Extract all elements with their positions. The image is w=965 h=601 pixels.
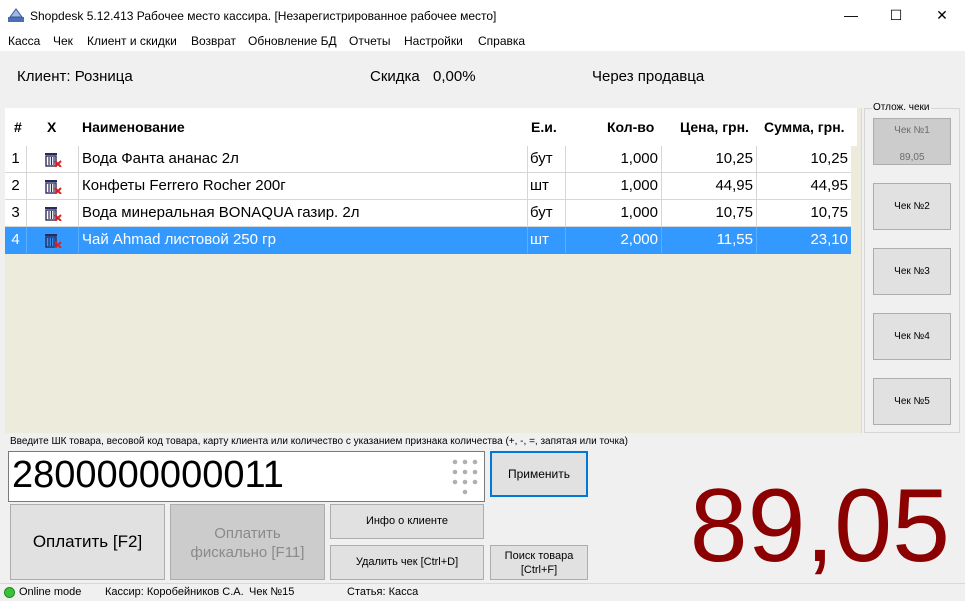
status-check-number: Чек №15 <box>249 586 295 598</box>
header-sum: Сумма, грн. <box>764 119 845 135</box>
deferred-checks-panel: Отлож. чеки Чек №1 89,05 Чек №2 Чек №3 Ч… <box>864 102 960 433</box>
menu-client-discounts[interactable]: Клиент и скидки <box>87 34 177 48</box>
header-unit: Е.и. <box>531 119 557 135</box>
pay-fiscal-label-1: Оплатить <box>214 525 281 542</box>
row-qty: 1,000 <box>566 200 662 226</box>
header-qty: Кол-во <box>607 119 655 135</box>
deferred-check-1-button[interactable]: Чек №1 89,05 <box>873 118 951 165</box>
row-qty: 1,000 <box>566 173 662 199</box>
client-info-button[interactable]: Инфо о клиенте <box>330 504 484 539</box>
header-price: Цена, грн. <box>680 119 749 135</box>
menu-bar: Касса Чек Клиент и скидки Возврат Обновл… <box>0 31 965 51</box>
menu-check[interactable]: Чек <box>53 34 73 48</box>
deferred-check-5-button[interactable]: Чек №5 <box>873 378 951 425</box>
app-icon <box>8 8 24 22</box>
deferred-check-label: Чек №5 <box>894 396 930 407</box>
row-qty: 1,000 <box>566 146 662 172</box>
delete-row-button[interactable] <box>27 173 79 199</box>
trash-icon <box>45 180 62 194</box>
row-price: 11,55 <box>662 227 757 253</box>
row-name: Вода минеральная BONAQUA газир. 2л <box>79 200 528 226</box>
row-num: 4 <box>5 227 27 253</box>
total-amount: 89,05 <box>689 468 950 584</box>
barcode-value: 2800000000011 <box>12 454 284 496</box>
header-name: Наименование <box>82 119 185 135</box>
title-bar: Shopdesk 5.12.413 Рабочее место кассира.… <box>0 0 965 31</box>
apply-button[interactable]: Применить <box>490 451 588 497</box>
discount-value: 0,00% <box>433 68 476 85</box>
row-unit: шт <box>528 227 566 253</box>
row-name: Вода Фанта ананас 2л <box>79 146 528 172</box>
search-product-label-1: Поиск товара <box>504 550 574 562</box>
table-row-selected[interactable]: 4 Чай Ahmad листовой 250 гр шт 2,000 11,… <box>5 227 851 254</box>
table-row[interactable]: 3 Вода минеральная BONAQUA газир. 2л бут… <box>5 200 851 227</box>
row-sum: 10,25 <box>810 150 848 167</box>
delete-row-button[interactable] <box>27 146 79 172</box>
deferred-check-4-button[interactable]: Чек №4 <box>873 313 951 360</box>
trash-icon <box>45 234 62 248</box>
deferred-checks-label: Отлож. чеки <box>872 102 931 113</box>
menu-reports[interactable]: Отчеты <box>349 34 390 48</box>
discount-label: Скидка <box>370 68 420 85</box>
deferred-check-label: Чек №1 <box>894 125 930 136</box>
status-cashier: Кассир: Коробейников С.А. <box>105 586 244 598</box>
menu-update-db[interactable]: Обновление БД <box>248 34 337 48</box>
status-mode: Online mode <box>19 586 82 598</box>
menu-settings[interactable]: Настройки <box>404 34 463 48</box>
menu-help[interactable]: Справка <box>478 34 525 48</box>
deferred-check-3-button[interactable]: Чек №3 <box>873 248 951 295</box>
status-article: Статья: Касса <box>347 586 419 598</box>
trash-icon <box>45 153 62 167</box>
items-grid[interactable]: # X Наименование Е.и. Кол-во Цена, грн. … <box>5 108 862 433</box>
deferred-check-label: Чек №3 <box>894 266 930 277</box>
client-label[interactable]: Клиент: Розница <box>17 68 133 85</box>
menu-kassa[interactable]: Касса <box>8 34 40 48</box>
menu-return[interactable]: Возврат <box>191 34 236 48</box>
search-product-button[interactable]: Поиск товара [Ctrl+F] <box>490 545 588 580</box>
pay-button[interactable]: Оплатить [F2] <box>10 504 165 580</box>
row-price: 44,95 <box>662 173 757 199</box>
row-price: 10,75 <box>662 200 757 226</box>
row-num: 1 <box>5 146 27 172</box>
status-bar: Online mode Кассир: Коробейников С.А. Че… <box>0 583 965 601</box>
deferred-check-label: Чек №4 <box>894 331 930 342</box>
row-unit: бут <box>528 146 566 172</box>
barcode-input[interactable]: 2800000000011 <box>8 451 485 502</box>
maximize-button[interactable]: ☐ <box>873 0 919 31</box>
row-sum: 23,10 <box>810 231 848 248</box>
row-qty: 2,000 <box>566 227 662 253</box>
trash-icon <box>45 207 62 221</box>
pay-fiscal-label-2: фискально [F11] <box>190 544 305 561</box>
delete-check-button[interactable]: Удалить чек [Ctrl+D] <box>330 545 484 580</box>
pay-fiscal-button[interactable]: Оплатить фискально [F11] <box>170 504 325 580</box>
deferred-check-amount: 89,05 <box>899 152 925 163</box>
table-row[interactable]: 2 Конфеты Ferrero Rocher 200г шт 1,000 4… <box>5 173 851 200</box>
info-bar: Клиент: Розница Скидка 0,00% Через прода… <box>0 51 965 107</box>
row-sum: 10,75 <box>810 204 848 221</box>
keypad-icon[interactable] <box>451 458 479 496</box>
header-num: # <box>14 119 22 135</box>
grid-header: # X Наименование Е.и. Кол-во Цена, грн. … <box>5 108 857 146</box>
row-price: 10,25 <box>662 146 757 172</box>
deferred-check-2-button[interactable]: Чек №2 <box>873 183 951 230</box>
online-status-icon <box>4 587 15 598</box>
delete-row-button[interactable] <box>27 227 79 253</box>
row-name: Чай Ahmad листовой 250 гр <box>79 227 528 253</box>
deferred-check-label: Чек №2 <box>894 201 930 212</box>
delete-row-button[interactable] <box>27 200 79 226</box>
row-name: Конфеты Ferrero Rocher 200г <box>79 173 528 199</box>
header-delete: X <box>47 119 57 135</box>
row-unit: шт <box>528 173 566 199</box>
close-button[interactable]: ✕ <box>919 0 965 31</box>
search-product-label-2: [Ctrl+F] <box>520 564 558 576</box>
minimize-button[interactable]: — <box>828 0 874 31</box>
row-num: 3 <box>5 200 27 226</box>
table-row[interactable]: 1 Вода Фанта ананас 2л бут 1,000 10,25 1… <box>5 146 851 173</box>
row-sum: 44,95 <box>810 177 848 194</box>
window-title: Shopdesk 5.12.413 Рабочее место кассира.… <box>30 9 497 23</box>
row-unit: бут <box>528 200 566 226</box>
row-num: 2 <box>5 173 27 199</box>
sale-mode-label: Через продавца <box>592 68 705 85</box>
input-hint: Введите ШК товара, весовой код товара, к… <box>10 436 628 447</box>
